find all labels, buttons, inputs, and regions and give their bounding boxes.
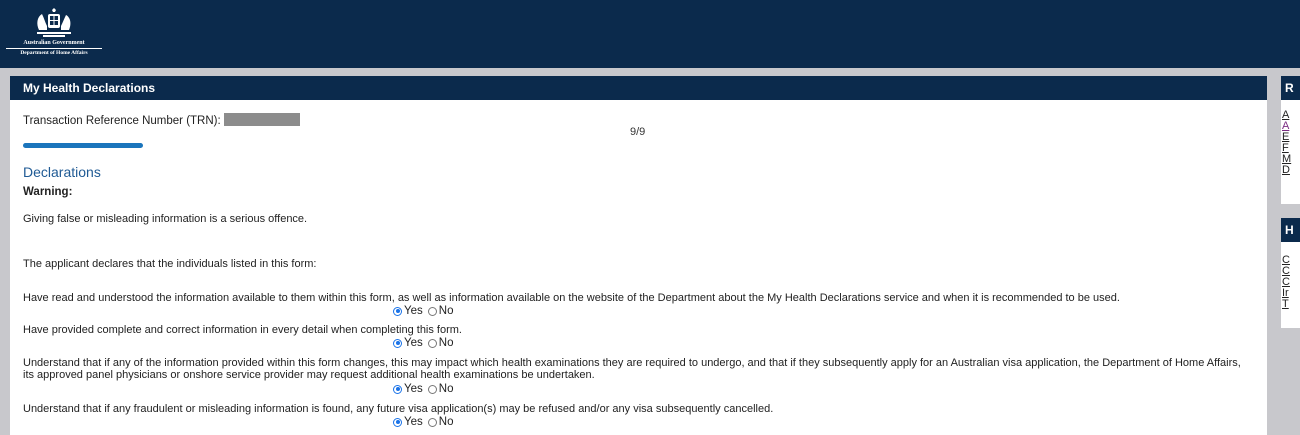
section-title: Declarations — [23, 164, 101, 180]
declaration-answer-1: Yes No — [393, 305, 456, 317]
radio-yes-label[interactable]: Yes — [404, 383, 423, 395]
related-link-6[interactable]: D — [1282, 165, 1300, 176]
radio-yes-label[interactable]: Yes — [404, 337, 423, 349]
help-link-5[interactable]: T — [1282, 299, 1300, 310]
trn-label: Transaction Reference Number (TRN): — [23, 115, 221, 127]
trn-redacted-value — [223, 113, 300, 126]
radio-no-label[interactable]: No — [439, 383, 454, 395]
declaration-intro: The applicant declares that the individu… — [23, 258, 317, 270]
radio-yes-3[interactable] — [393, 384, 402, 394]
radio-yes-label[interactable]: Yes — [404, 416, 423, 428]
page-counter: 9/9 — [630, 126, 646, 138]
radio-yes-4[interactable] — [393, 417, 402, 427]
declaration-question-3: Understand that if any of the informatio… — [23, 357, 1241, 381]
declaration-answer-4: Yes No — [393, 416, 456, 428]
coat-of-arms-icon — [37, 8, 71, 37]
government-logo[interactable]: Australian Government Department of Home… — [6, 8, 102, 64]
declaration-answer-2: Yes No — [393, 337, 456, 349]
radio-yes-1[interactable] — [393, 306, 402, 316]
declaration-question-2: Have provided complete and correct infor… — [23, 324, 462, 336]
radio-yes-label[interactable]: Yes — [404, 305, 423, 317]
radio-no-2[interactable] — [427, 338, 437, 348]
radio-no-label[interactable]: No — [439, 305, 454, 317]
radio-no-3[interactable] — [427, 384, 437, 394]
panel-title: My Health Declarations — [10, 76, 1267, 100]
warning-label: Warning: — [23, 186, 73, 198]
help-panel-title: H — [1281, 218, 1300, 242]
department-name: Department of Home Affairs — [6, 48, 102, 57]
progress-bar — [23, 143, 143, 148]
radio-yes-2[interactable] — [393, 338, 402, 348]
government-name: Australian Government — [23, 40, 85, 46]
site-header: Australian Government Department of Home… — [0, 0, 1300, 68]
main-panel: My Health Declarations Transaction Refer… — [10, 76, 1267, 435]
declaration-answer-3: Yes No — [393, 383, 456, 395]
radio-no-label[interactable]: No — [439, 337, 454, 349]
declaration-question-4: Understand that if any fraudulent or mis… — [23, 403, 774, 415]
related-links-panel: R A A E F M D — [1281, 76, 1300, 204]
warning-text: Giving false or misleading information i… — [23, 213, 308, 225]
progress-bar-fill — [23, 143, 143, 148]
help-panel: H C C C Ir T — [1281, 218, 1300, 328]
radio-no-1[interactable] — [427, 306, 437, 316]
declaration-question-1: Have read and understood the information… — [23, 292, 1120, 304]
trn-row: Transaction Reference Number (TRN): — [23, 113, 300, 127]
radio-no-label[interactable]: No — [439, 416, 454, 428]
radio-no-4[interactable] — [427, 417, 437, 427]
related-links-title: R — [1281, 76, 1300, 100]
